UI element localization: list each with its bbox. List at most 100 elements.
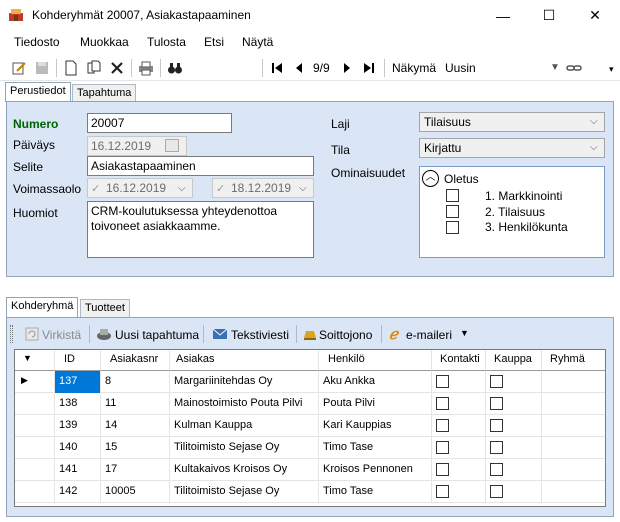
- link-icon[interactable]: [566, 60, 582, 76]
- cell-asiakasnr[interactable]: 15: [101, 437, 170, 459]
- row-selector[interactable]: [15, 437, 55, 459]
- row-selector[interactable]: [15, 393, 55, 415]
- table-row[interactable]: 141 17 Kultakaivos Kroisos Oy Kroisos Penno…: [15, 459, 605, 481]
- chevron-down-icon[interactable]: ▼: [460, 328, 469, 338]
- checkbox-kontakti[interactable]: [436, 485, 449, 498]
- cell-ryhma[interactable]: [542, 481, 605, 503]
- table-row[interactable]: 138 11 Mainostoimisto Pouta Pilvi Pouta Pil…: [15, 393, 605, 415]
- row-selector-header-icon[interactable]: ▼: [15, 350, 55, 371]
- row-selector[interactable]: [15, 459, 55, 481]
- cell-asiakas[interactable]: Kultakaivos Kroisos Oy: [170, 459, 319, 481]
- sms-button[interactable]: Tekstiviesti: [231, 328, 289, 342]
- cell-asiakasnr[interactable]: 10005: [101, 481, 170, 503]
- cell-asiakasnr[interactable]: 17: [101, 459, 170, 481]
- maximize-button[interactable]: ☐: [526, 0, 572, 31]
- new-event-button[interactable]: Uusi tapahtuma: [115, 328, 199, 342]
- row-selector[interactable]: [15, 415, 55, 437]
- checkbox-kauppa[interactable]: [490, 397, 503, 410]
- checkmark-icon[interactable]: ✓: [216, 182, 225, 195]
- new-document-icon[interactable]: [63, 60, 79, 76]
- save-icon[interactable]: [34, 60, 50, 76]
- checkbox-markkinointi[interactable]: [446, 189, 459, 202]
- cell-ryhma[interactable]: [542, 459, 605, 481]
- tab-tuotteet[interactable]: Tuotteet: [80, 299, 130, 317]
- cell-asiakas[interactable]: Mainostoimisto Pouta Pilvi: [170, 393, 319, 415]
- edit-icon[interactable]: [11, 60, 27, 76]
- checkbox-kauppa[interactable]: [490, 485, 503, 498]
- last-record-icon[interactable]: [361, 60, 377, 76]
- row-selector[interactable]: [15, 481, 55, 503]
- checkbox-tilaisuus[interactable]: [446, 205, 459, 218]
- menu-nayta[interactable]: Näytä: [242, 35, 273, 49]
- collapse-icon[interactable]: ︿: [422, 170, 439, 187]
- menu-etsi[interactable]: Etsi: [204, 35, 224, 49]
- cell-henkilo[interactable]: Pouta Pilvi: [319, 393, 432, 415]
- binoculars-icon[interactable]: [167, 60, 183, 76]
- menu-tiedosto[interactable]: Tiedosto: [14, 35, 60, 49]
- cell-ryhma[interactable]: [542, 437, 605, 459]
- cell-henkilo[interactable]: Kari Kauppias: [319, 415, 432, 437]
- checkbox-kauppa[interactable]: [490, 441, 503, 454]
- tab-kohderyhma[interactable]: Kohderyhmä: [6, 297, 79, 317]
- calendar-icon[interactable]: [165, 139, 179, 152]
- tab-tapahtuma[interactable]: Tapahtuma: [72, 84, 137, 102]
- close-button[interactable]: ✕: [572, 0, 618, 31]
- new-event-icon[interactable]: [96, 326, 112, 342]
- cell-id[interactable]: 139: [55, 415, 101, 437]
- cell-asiakas[interactable]: Tilitoimisto Sejase Oy: [170, 481, 319, 503]
- cell-id[interactable]: 141: [55, 459, 101, 481]
- call-queue-icon[interactable]: [302, 326, 318, 342]
- numero-input[interactable]: 20007: [87, 113, 232, 133]
- sms-icon[interactable]: [212, 326, 228, 342]
- column-header-kauppa[interactable]: Kauppa: [486, 350, 542, 371]
- checkbox-kontakti[interactable]: [436, 419, 449, 432]
- table-row[interactable]: 140 15 Tilitoimisto Sejase Oy Timo Tase: [15, 437, 605, 459]
- cell-asiakas[interactable]: Kulman Kauppa: [170, 415, 319, 437]
- cell-asiakasnr[interactable]: 11: [101, 393, 170, 415]
- refresh-icon[interactable]: [25, 327, 39, 341]
- column-header-kontakti[interactable]: Kontakti: [432, 350, 486, 371]
- column-header-asiakasnr[interactable]: Asiakasnr: [101, 350, 170, 371]
- previous-record-icon[interactable]: [291, 60, 307, 76]
- menu-tulosta[interactable]: Tulosta: [147, 35, 186, 49]
- cell-henkilo[interactable]: Timo Tase: [319, 437, 432, 459]
- print-icon[interactable]: [138, 60, 154, 76]
- cell-id[interactable]: 140: [55, 437, 101, 459]
- current-row-arrow-icon[interactable]: ▶: [15, 371, 55, 393]
- call-queue-button[interactable]: Soittojono: [319, 328, 372, 342]
- cell-henkilo[interactable]: Aku Ankka: [319, 371, 432, 393]
- delete-icon[interactable]: [109, 60, 125, 76]
- table-row[interactable]: 142 10005 Tilitoimisto Sejase Oy Timo Tase: [15, 481, 605, 503]
- emailer-button[interactable]: e-maileri: [406, 328, 452, 342]
- toolbar-grip[interactable]: [10, 325, 13, 343]
- checkbox-kauppa[interactable]: [490, 375, 503, 388]
- column-header-id[interactable]: ID: [55, 350, 101, 371]
- checkmark-icon[interactable]: ✓: [91, 182, 100, 195]
- email-icon[interactable]: ℯ: [389, 325, 398, 343]
- cell-id[interactable]: 137: [55, 371, 101, 393]
- minimize-button[interactable]: —: [480, 0, 526, 31]
- cell-asiakasnr[interactable]: 8: [101, 371, 170, 393]
- cell-asiakas[interactable]: Tilitoimisto Sejase Oy: [170, 437, 319, 459]
- table-row[interactable]: ▶ 137 8 Margariinitehdas Oy Aku Ankka: [15, 371, 605, 393]
- checkbox-kontakti[interactable]: [436, 397, 449, 410]
- checkbox-kauppa[interactable]: [490, 419, 503, 432]
- cell-id[interactable]: 138: [55, 393, 101, 415]
- column-header-asiakas[interactable]: Asiakas: [170, 350, 319, 371]
- cell-asiakasnr[interactable]: 14: [101, 415, 170, 437]
- checkbox-kontakti[interactable]: [436, 441, 449, 454]
- cell-asiakas[interactable]: Margariinitehdas Oy: [170, 371, 319, 393]
- menu-muokkaa[interactable]: Muokkaa: [80, 35, 129, 49]
- virkista-button[interactable]: Virkistä: [42, 328, 81, 342]
- cell-ryhma[interactable]: [542, 371, 605, 393]
- first-record-icon[interactable]: [269, 60, 285, 76]
- column-header-henkilo[interactable]: Henkilö: [319, 350, 432, 371]
- cell-ryhma[interactable]: [542, 415, 605, 437]
- checkbox-kauppa[interactable]: [490, 463, 503, 476]
- copy-icon[interactable]: [86, 60, 102, 76]
- cell-henkilo[interactable]: Kroisos Pennonen: [319, 459, 432, 481]
- toolbar-overflow-icon[interactable]: ▾: [609, 64, 614, 75]
- cell-henkilo[interactable]: Timo Tase: [319, 481, 432, 503]
- huomiot-textarea[interactable]: CRM-koulutuksessa yhteydenottoa toivonee…: [87, 201, 314, 258]
- tab-perustiedot[interactable]: Perustiedot: [5, 82, 71, 102]
